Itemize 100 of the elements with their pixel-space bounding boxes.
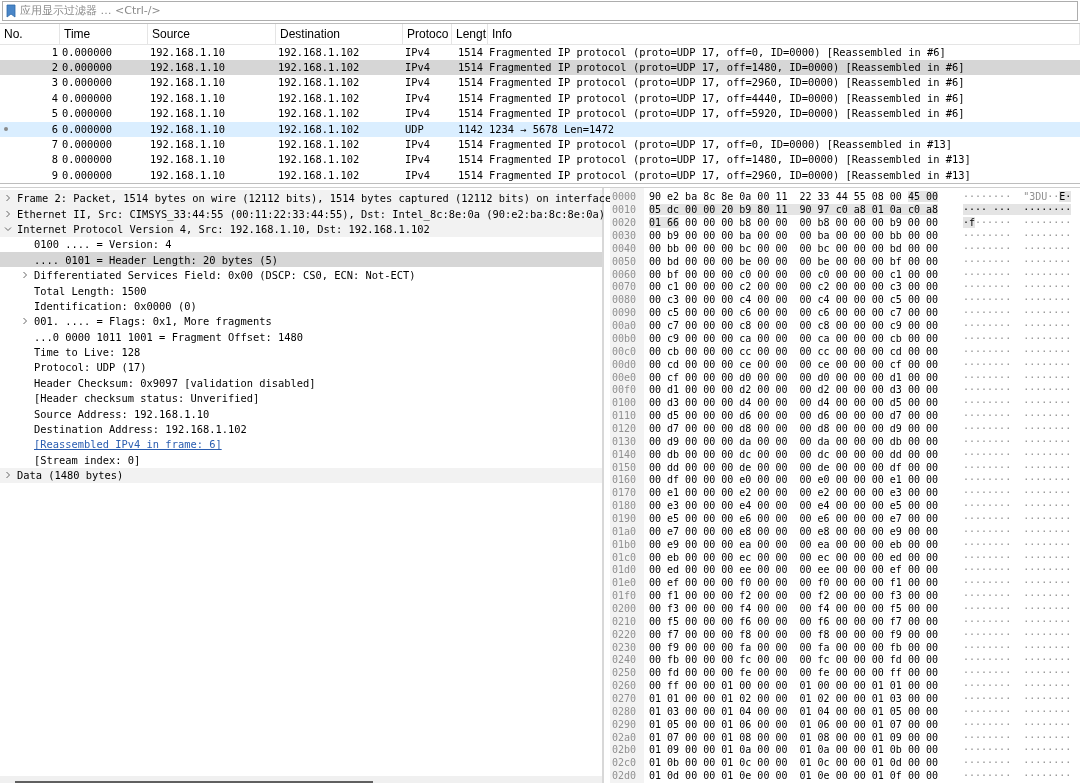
tree-row[interactable]: Destination Address: 192.168.1.102 bbox=[0, 421, 602, 437]
tree-row[interactable]: 0100 .... = Version: 4 bbox=[0, 236, 602, 253]
table-cell-text: 0.000000 bbox=[61, 90, 114, 106]
ascii-text: ········ ········ bbox=[963, 667, 1072, 679]
hex-bytes: 00 f3 00 00 00 f4 00 00 00 f4 00 00 00 f5 00 00 bbox=[649, 602, 938, 614]
tree-row[interactable]: 001. .... = Flags: 0x1, More fragments bbox=[0, 313, 602, 329]
bookmark-icon[interactable] bbox=[6, 3, 16, 18]
hex-offset: 00f0 bbox=[612, 384, 638, 398]
hex-offset: 01b0 bbox=[612, 538, 638, 552]
table-cell-text: 0.000000 bbox=[61, 44, 114, 60]
hex-offset: 00e0 bbox=[612, 371, 638, 385]
column-header[interactable]: Time bbox=[60, 23, 148, 44]
ascii-text: ········ ········ bbox=[963, 654, 1072, 666]
table-cell-text: Fragmented IP protocol (proto=UDP 17, off=0, ID=0000) [Reassembled in #13] bbox=[488, 137, 953, 152]
column-header[interactable]: Source bbox=[148, 23, 276, 44]
frame-link[interactable]: [Reassembled IPv4 in frame: 6] bbox=[34, 438, 222, 451]
hex-offset: 0080 bbox=[612, 294, 638, 308]
hex-offset: 01e0 bbox=[612, 577, 638, 591]
column-header[interactable]: Info bbox=[488, 23, 1080, 44]
hex-bytes: 00 bb 00 00 00 bc 00 00 00 bc 00 00 00 bd 00 00 bbox=[649, 242, 938, 254]
hex-offset: 0060 bbox=[612, 268, 638, 282]
ascii-text: ········ ········ bbox=[963, 294, 1072, 306]
hex-offset: 00b0 bbox=[612, 332, 638, 346]
ascii-text: ········ ········ bbox=[963, 577, 1072, 589]
table-cell-text: 6 bbox=[50, 121, 58, 137]
ascii-text: ········ ········ bbox=[963, 281, 1072, 293]
chevron-icon[interactable] bbox=[4, 194, 12, 203]
table-cell-text: Fragmented IP protocol (proto=UDP 17, off=2960, ID=0000) [Reassembled in #6] bbox=[488, 75, 966, 91]
hex-offset: 0070 bbox=[612, 281, 638, 295]
hex-bytes: 00 f7 00 00 00 f8 00 00 00 f8 00 00 00 f9 00 00 bbox=[649, 628, 938, 640]
hex-offset: 0250 bbox=[612, 667, 638, 681]
ascii-text: ········ ········ bbox=[963, 705, 1072, 717]
packet-row[interactable]: 2 0.000000 192.168.1.10 192.168.1.102 IPv4 1514 Fragmented IP protocol (proto=UDP 17, off=1480, ID=0000) [Reassembled in #6] bbox=[0, 60, 1080, 76]
tree-row[interactable]: Source Address: 192.168.1.10 bbox=[0, 405, 602, 422]
table-cell-text: IPv4 bbox=[404, 90, 432, 106]
filter-field[interactable]: 应用显示过滤器 … <Ctrl-/> bbox=[2, 1, 1078, 21]
tree-row[interactable]: Data (1480 bytes) bbox=[0, 467, 602, 483]
field-text: 0100 .... = Version: 4 bbox=[34, 238, 172, 251]
ascii-text: ········ ········ bbox=[963, 320, 1072, 332]
tree-row[interactable]: Internet Protocol Version 4, Src: 192.168.1.10, Dst: 192.168.1.102 bbox=[0, 221, 602, 237]
table-cell-text: 192.168.1.102 bbox=[277, 75, 361, 91]
column-header[interactable]: No. bbox=[0, 23, 60, 44]
table-cell-text: 1514 bbox=[456, 106, 484, 122]
ascii-text: ·f bbox=[963, 217, 976, 229]
tree-row[interactable]: Header Checksum: 0x9097 [validation disabled] bbox=[0, 375, 602, 391]
hex-bytes: 01 05 00 00 01 06 00 00 01 06 00 00 01 07 00 00 bbox=[649, 718, 938, 730]
hex-offset: 0210 bbox=[612, 615, 638, 629]
tree-row[interactable]: Time to Live: 128 bbox=[0, 344, 602, 360]
tree-row[interactable]: Identification: 0x0000 (0) bbox=[0, 298, 602, 314]
chevron-icon[interactable] bbox=[4, 224, 12, 233]
column-header[interactable]: Destination bbox=[276, 23, 403, 44]
tree-row[interactable]: [Reassembled IPv4 in frame: 6] bbox=[0, 436, 602, 453]
hex-bytes: 00 c3 00 00 00 c4 00 00 00 c4 00 00 00 c5 00 00 bbox=[649, 294, 938, 306]
hex-offset: 0190 bbox=[612, 512, 638, 526]
hex-bytes: 00 f1 00 00 00 f2 00 00 00 f2 00 00 00 f3 00 00 bbox=[649, 590, 938, 602]
tree-row[interactable]: .... 0101 = Header Length: 20 bytes (5) bbox=[0, 252, 602, 268]
chevron-icon[interactable] bbox=[4, 471, 12, 480]
ascii-text: ········ ········ bbox=[963, 500, 1072, 512]
chevron-icon[interactable] bbox=[4, 209, 12, 218]
chevron-icon[interactable] bbox=[21, 271, 29, 280]
field-text: Data (1480 bytes) bbox=[17, 469, 124, 482]
filter-input[interactable]: 应用显示过滤器 … <Ctrl-/> bbox=[20, 4, 1077, 18]
column-header[interactable]: Protoco bbox=[403, 23, 452, 44]
tree-row[interactable]: Differentiated Services Field: 0x00 (DSCP: CS0, ECN: Not-ECT) bbox=[0, 267, 602, 283]
ascii-text: ···· ··· ········ bbox=[963, 204, 1072, 216]
ascii-text: ········ ········ bbox=[963, 397, 1072, 409]
hex-bytes: 00 fb 00 00 00 fc 00 00 00 fc 00 00 00 fd 00 00 bbox=[649, 654, 938, 666]
tree-row[interactable]: Total Length: 1500 bbox=[0, 282, 602, 299]
hex-offset: 0140 bbox=[612, 448, 638, 462]
hex-bytes: 00 e9 00 00 00 ea 00 00 00 ea 00 00 00 eb 00 00 bbox=[649, 538, 938, 550]
table-cell-text: 0.000000 bbox=[61, 106, 114, 122]
hex-offset: 0010 bbox=[612, 204, 638, 218]
hex-offset: 0280 bbox=[612, 705, 638, 719]
hex-bytes: 00 b9 00 00 00 ba 00 00 00 ba 00 00 00 bb 00 00 bbox=[649, 230, 938, 242]
hex-bytes: 00 db 00 00 00 dc 00 00 00 dc 00 00 00 dd 00 00 bbox=[649, 448, 938, 460]
tree-row[interactable]: Protocol: UDP (17) bbox=[0, 359, 602, 376]
ascii-text: ········ ········ bbox=[963, 384, 1072, 396]
hex-bytes: 00 bf 00 00 00 c0 00 00 00 c0 00 00 00 c1 00 00 bbox=[649, 268, 938, 280]
field-text: Protocol: UDP (17) bbox=[34, 361, 147, 374]
column-header[interactable]: Lengt bbox=[452, 23, 488, 44]
hex-bytes: 00 d5 00 00 00 d6 00 00 00 d6 00 00 00 d7 00 00 bbox=[649, 410, 938, 422]
tree-row[interactable]: [Header checksum status: Unverified] bbox=[0, 390, 602, 406]
hex-bytes: 01 07 00 00 01 08 00 00 01 08 00 00 01 09 00 00 bbox=[649, 731, 938, 743]
table-cell-text: Fragmented IP protocol (proto=UDP 17, off=1480, ID=0000) [Reassembled in #13] bbox=[488, 152, 972, 168]
ascii-text: ······ ········ bbox=[975, 217, 1072, 229]
scrollbar[interactable] bbox=[0, 776, 602, 783]
hex-bytes: 00 cf 00 00 00 d0 00 00 00 d0 00 00 00 d1 00 00 bbox=[649, 371, 938, 383]
hex-offset: 0090 bbox=[612, 307, 638, 321]
tree-row[interactable]: [Stream index: 0] bbox=[0, 452, 602, 468]
table-cell-text: 0.000000 bbox=[61, 121, 114, 137]
chevron-icon[interactable] bbox=[21, 317, 29, 326]
table-cell-text: 192.168.1.10 bbox=[149, 44, 227, 60]
hex-offset: 0200 bbox=[612, 602, 638, 616]
hex-offset: 0120 bbox=[612, 422, 638, 436]
field-text: Header Checksum: 0x9097 [validation disabled] bbox=[34, 376, 316, 389]
field-text: 001. .... = Flags: 0x1, More fragments bbox=[34, 315, 272, 328]
table-cell-text: Fragmented IP protocol (proto=UDP 17, off=0, ID=0000) [Reassembled in #6] bbox=[488, 44, 947, 60]
hex-bytes: 00 cd 00 00 00 ce 00 00 00 ce 00 00 00 cf 00 00 bbox=[649, 358, 938, 370]
tree-row[interactable]: ...0 0000 1011 1001 = Fragment Offset: 1480 bbox=[0, 329, 602, 345]
hex-bytes: 01 0d 00 00 01 0e 00 00 01 0e 00 00 01 0f 00 00 bbox=[649, 770, 938, 782]
